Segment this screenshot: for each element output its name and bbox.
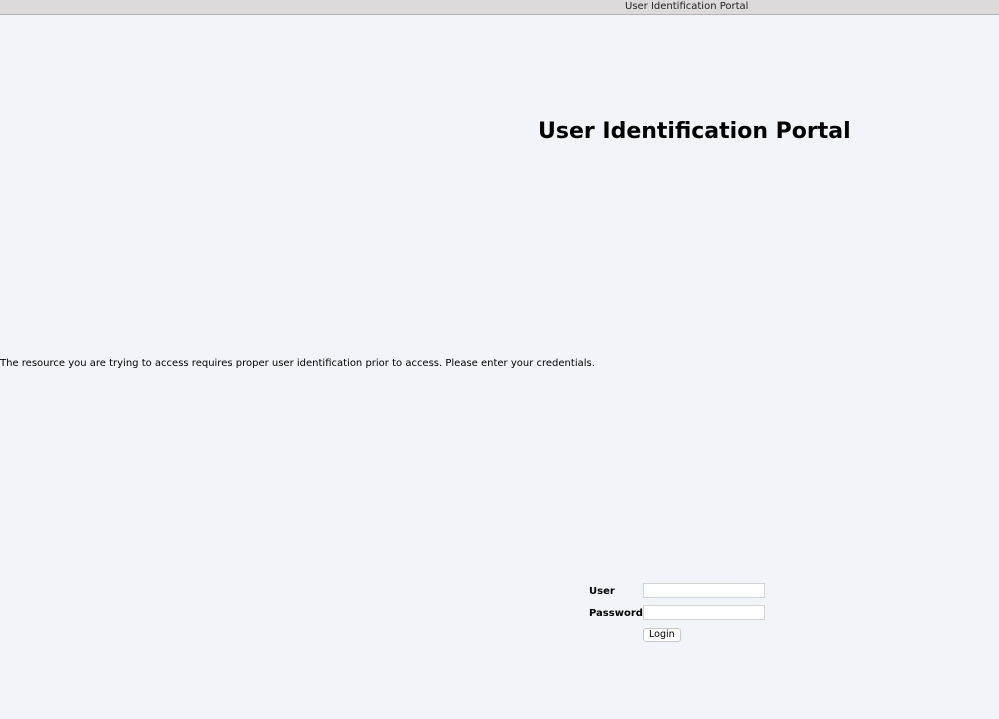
password-label: Password [589, 608, 643, 619]
password-input[interactable] [643, 605, 765, 620]
user-label: User [589, 586, 615, 597]
window-titlebar: User Identification Portal [0, 0, 999, 15]
user-input[interactable] [643, 583, 765, 598]
window-title: User Identification Portal [625, 1, 749, 12]
page-title: User Identification Portal [538, 119, 851, 144]
instruction-message: The resource you are trying to access re… [0, 358, 595, 369]
login-button[interactable]: Login [643, 628, 681, 642]
